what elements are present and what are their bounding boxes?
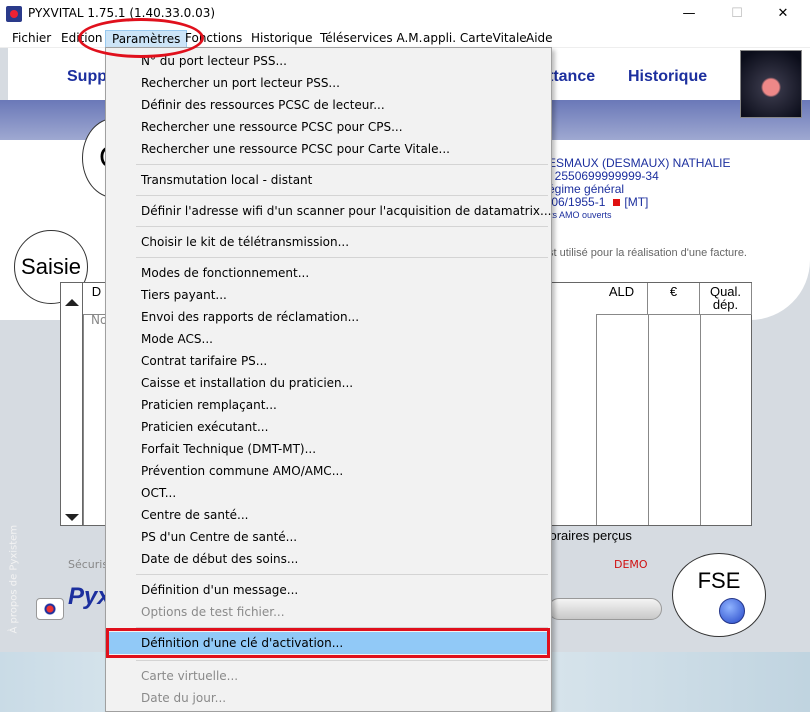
col-divider bbox=[648, 315, 649, 525]
menu-separator bbox=[136, 627, 548, 628]
menu-fonctions[interactable]: Fonctions bbox=[179, 30, 248, 48]
mt-status-icon bbox=[613, 199, 621, 206]
scroll-down-icon[interactable] bbox=[65, 514, 79, 521]
col-divider bbox=[700, 315, 701, 525]
progress-track bbox=[548, 598, 662, 620]
menuitem-date-du-jour: Date du jour... bbox=[141, 691, 227, 705]
menu-separator bbox=[136, 164, 548, 165]
patient-info: ESMAUX (DESMAUX) NATHALIE : 255069999999… bbox=[548, 157, 730, 222]
demo-label: DEMO bbox=[614, 558, 648, 571]
table-scrollbar[interactable] bbox=[61, 283, 83, 525]
menuitem-modes-fonctionnement[interactable]: Modes de fonctionnement... bbox=[107, 262, 550, 284]
menuitem-cle-activation[interactable]: Définition d'une clé d'activation... bbox=[107, 632, 550, 654]
menuitem-port-lecteur-pss[interactable]: N° du port lecteur PSS... bbox=[107, 50, 550, 72]
menuitem-kit-teletransmission[interactable]: Choisir le kit de télétransmission... bbox=[107, 231, 550, 253]
securisation-text: Sécuris bbox=[68, 558, 109, 571]
nav-support[interactable]: Supp bbox=[67, 68, 107, 86]
app-logo-image bbox=[740, 50, 802, 118]
fse-status-icon bbox=[719, 598, 745, 624]
menuitem-definition-message[interactable]: Définition d'un message... bbox=[107, 579, 550, 601]
menu-separator bbox=[136, 195, 548, 196]
menuitem-prevention-commune[interactable]: Prévention commune AMO/AMC... bbox=[107, 460, 550, 482]
parametres-dropdown-menu: N° du port lecteur PSS... Rechercher un … bbox=[105, 47, 552, 712]
col-header-qual-dep: Qual. dép. bbox=[700, 283, 752, 315]
menuitem-contrat-tarifaire[interactable]: Contrat tarifaire PS... bbox=[107, 350, 550, 372]
brand-icon bbox=[36, 598, 64, 620]
menu-edition[interactable]: Edition bbox=[55, 30, 109, 48]
menuitem-ressources-pcsc-lecteur[interactable]: Définir des ressources PCSC de lecteur..… bbox=[107, 94, 550, 116]
menuitem-centre-sante[interactable]: Centre de santé... bbox=[107, 504, 550, 526]
menuitem-tiers-payant[interactable]: Tiers payant... bbox=[107, 284, 550, 306]
menu-parametres[interactable]: Paramètres bbox=[105, 30, 188, 48]
menu-separator bbox=[136, 257, 548, 258]
fse-button-label: FSE bbox=[697, 568, 741, 593]
menuitem-pcsc-cps[interactable]: Rechercher une ressource PCSC pour CPS..… bbox=[107, 116, 550, 138]
menuitem-mode-acs[interactable]: Mode ACS... bbox=[107, 328, 550, 350]
col-divider bbox=[83, 315, 84, 525]
menu-fichier[interactable]: Fichier bbox=[6, 30, 57, 48]
menu-bar: Fichier Edition Paramètres Fonctions His… bbox=[0, 28, 810, 48]
hint-text: st utilisé pour la réalisation d'une fac… bbox=[548, 247, 747, 259]
menuitem-carte-virtuelle: Carte virtuelle... bbox=[141, 669, 239, 683]
menuitem-transmutation[interactable]: Transmutation local - distant bbox=[107, 169, 550, 191]
menu-separator bbox=[136, 574, 548, 575]
nav-historique[interactable]: Historique bbox=[628, 68, 707, 86]
menuitem-rechercher-port-pss[interactable]: Rechercher un port lecteur PSS... bbox=[107, 72, 550, 94]
menuitem-wifi-scanner[interactable]: Définir l'adresse wifi d'un scanner pour… bbox=[107, 200, 551, 222]
menu-historique[interactable]: Historique bbox=[245, 30, 319, 48]
minimize-button[interactable]: — bbox=[666, 2, 712, 26]
about-link[interactable]: À propos de Pyxistem bbox=[9, 494, 20, 634]
menu-separator bbox=[136, 660, 548, 661]
maximize-button[interactable]: ☐ bbox=[714, 2, 760, 26]
nav-quittance[interactable]: ttance bbox=[548, 68, 595, 86]
menuitem-options-test-fichier: Options de test fichier... bbox=[141, 605, 285, 619]
menuitem-praticien-remplacant[interactable]: Praticien remplaçant... bbox=[107, 394, 550, 416]
menuitem-caisse-installation[interactable]: Caisse et installation du praticien... bbox=[107, 372, 550, 394]
col-header-ald: ALD bbox=[596, 283, 648, 315]
menuitem-ps-centre-sante[interactable]: PS d'un Centre de santé... bbox=[107, 526, 550, 548]
window-title: PYXVITAL 1.75.1 (1.40.33.0.03) bbox=[28, 6, 216, 20]
menuitem-oct[interactable]: OCT... bbox=[107, 482, 550, 504]
fse-button[interactable]: FSE bbox=[672, 553, 766, 637]
menuitem-pcsc-carte-vitale[interactable]: Rechercher une ressource PCSC pour Carte… bbox=[107, 138, 550, 160]
app-icon bbox=[6, 6, 22, 22]
patient-droits: its AMO ouverts bbox=[548, 210, 612, 220]
col-header-euro: € bbox=[648, 283, 700, 315]
menu-appli-cartevitale[interactable]: appli. CarteVitale bbox=[417, 30, 533, 48]
mt-label: [MT] bbox=[624, 195, 649, 209]
menuitem-rapports-reclamation[interactable]: Envoi des rapports de réclamation... bbox=[107, 306, 550, 328]
title-bar: PYXVITAL 1.75.1 (1.40.33.0.03) — ☐ ✕ bbox=[0, 0, 810, 28]
patient-birth: /06/1955-1 bbox=[548, 195, 606, 209]
menu-teleservices[interactable]: Téléservices A.M. bbox=[314, 30, 428, 48]
col-divider bbox=[596, 315, 597, 525]
close-button[interactable]: ✕ bbox=[760, 2, 806, 26]
menuitem-praticien-executant[interactable]: Praticien exécutant... bbox=[107, 416, 550, 438]
menuitem-date-debut-soins[interactable]: Date de début des soins... bbox=[107, 548, 550, 570]
menu-separator bbox=[136, 226, 548, 227]
scroll-up-icon[interactable] bbox=[65, 299, 79, 306]
menu-aide[interactable]: Aide bbox=[520, 30, 559, 48]
menuitem-forfait-technique[interactable]: Forfait Technique (DMT-MT)... bbox=[107, 438, 550, 460]
